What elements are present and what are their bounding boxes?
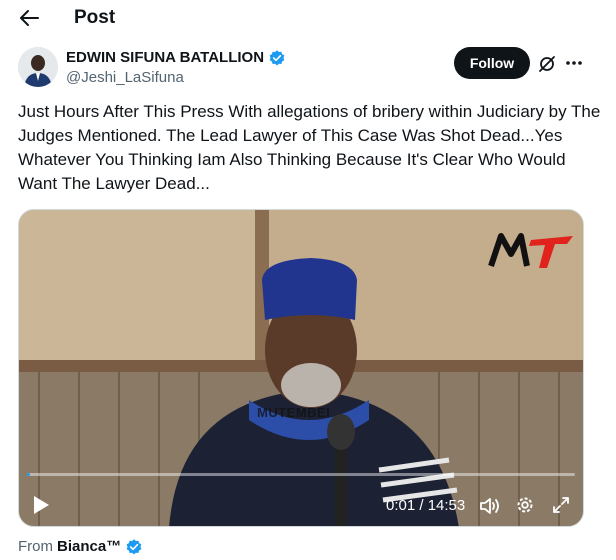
- source-prefix: From: [18, 538, 53, 555]
- gear-icon: [517, 497, 533, 513]
- settings-button[interactable]: [515, 495, 535, 515]
- page-title: Post: [74, 7, 116, 28]
- grok-icon: [539, 56, 555, 72]
- top-bar: Post: [0, 0, 616, 36]
- volume-icon: [480, 498, 499, 514]
- more-dots-icon: [566, 61, 582, 65]
- fullscreen-icon: [553, 497, 569, 513]
- video-timecode: 0:01 / 14:53: [386, 497, 466, 514]
- video-watermark: MUTEMBEI: [257, 405, 331, 420]
- video-player[interactable]: MUTEMBEI 0:01 / 14:53: [18, 209, 584, 527]
- verified-badge-icon: [269, 49, 285, 65]
- avatar[interactable]: [18, 47, 58, 87]
- volume-button[interactable]: [479, 496, 501, 516]
- back-button[interactable]: [16, 6, 42, 30]
- source-attribution: From Bianca™: [18, 537, 143, 556]
- more-options-button[interactable]: [562, 52, 586, 74]
- grok-button[interactable]: [536, 53, 558, 75]
- author-handle[interactable]: @Jeshi_LaSifuna: [66, 68, 184, 87]
- author-name[interactable]: EDWIN SIFUNA BATALLION: [66, 48, 286, 67]
- video-progress-bar[interactable]: [27, 473, 575, 476]
- verified-badge-icon: [126, 538, 142, 554]
- play-button[interactable]: [31, 494, 51, 516]
- tweet-text: Just Hours After This Press With allegat…: [18, 102, 601, 193]
- source-name[interactable]: Bianca™: [57, 537, 121, 556]
- video-progress-fill: [27, 473, 30, 476]
- follow-button[interactable]: Follow: [454, 47, 530, 79]
- author-name-text: EDWIN SIFUNA BATALLION: [66, 49, 265, 66]
- play-icon: [34, 496, 49, 514]
- fullscreen-button[interactable]: [551, 495, 571, 515]
- arrow-left-icon: [20, 10, 39, 26]
- channel-logo: [488, 233, 573, 268]
